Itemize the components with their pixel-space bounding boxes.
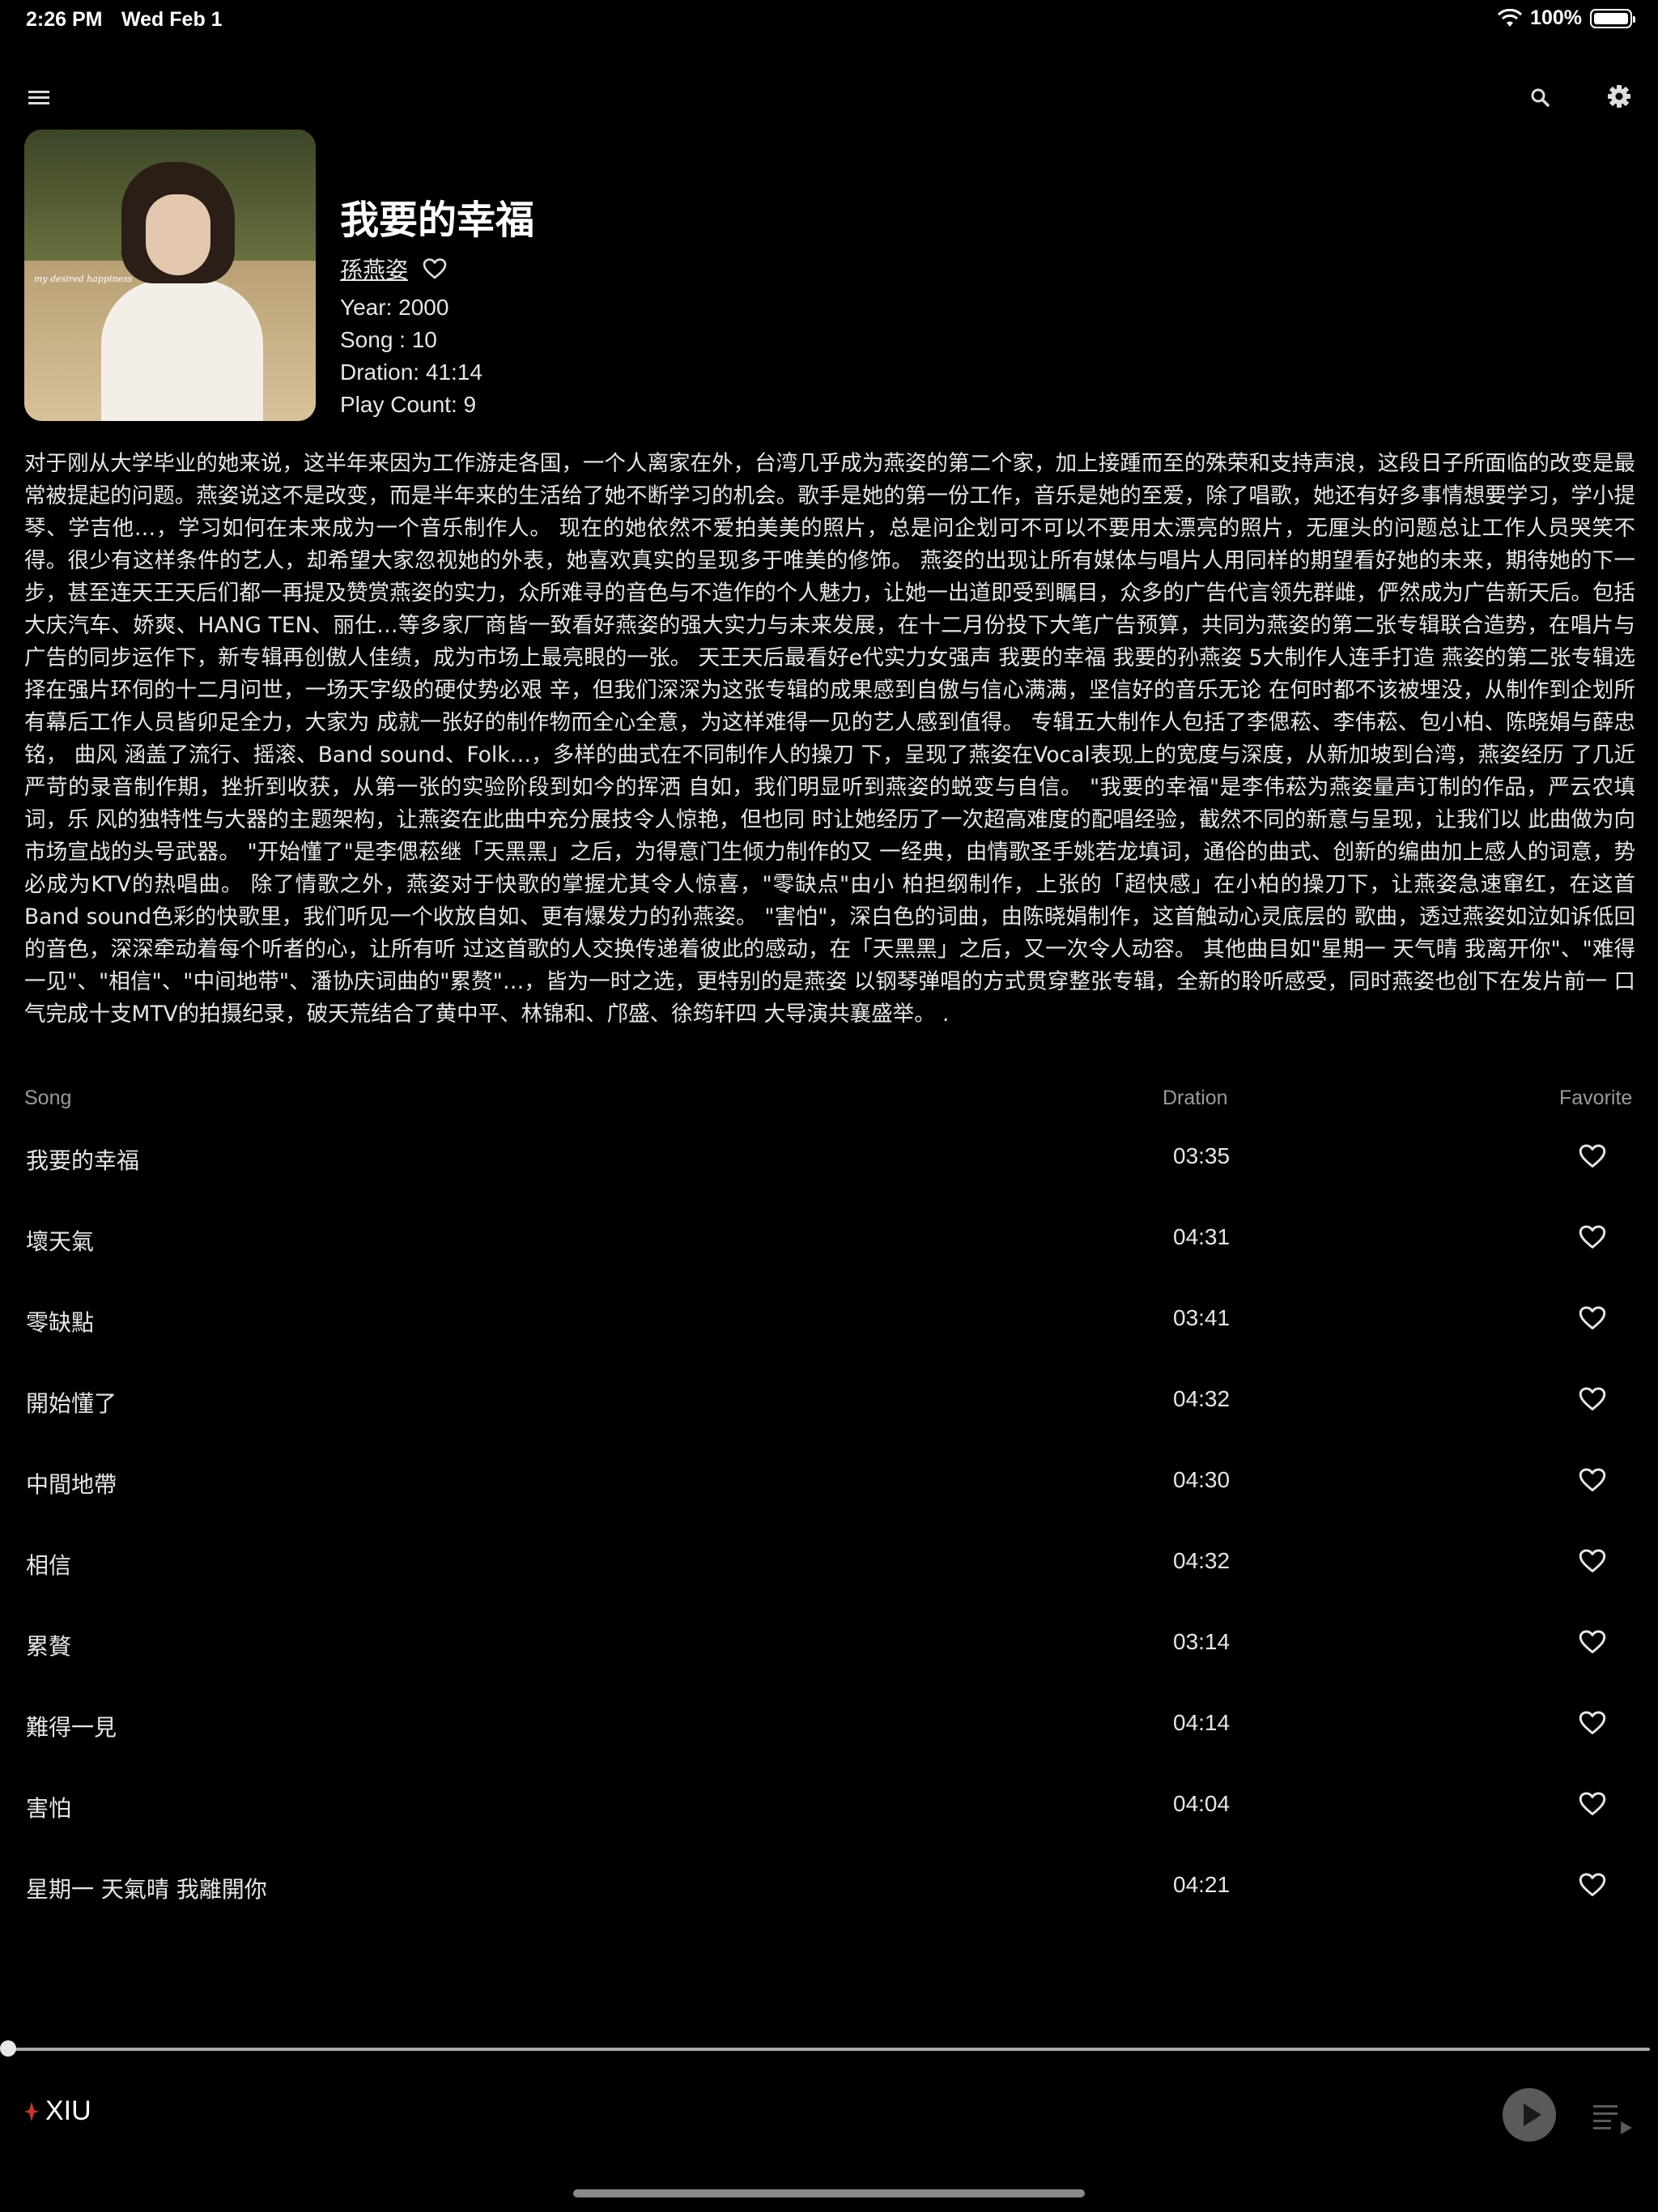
progress-thumb[interactable] — [0, 2040, 16, 2057]
song-row[interactable]: 我要的幸福 03:35 — [0, 1119, 1658, 1200]
song-title: 我要的幸福 — [26, 1147, 140, 1174]
song-duration: 04:32 — [1173, 1386, 1231, 1411]
wifi-icon — [1498, 8, 1523, 27]
song-duration: 04:14 — [1173, 1710, 1231, 1735]
favorite-heart-icon[interactable] — [1579, 1143, 1606, 1171]
song-duration: 04:21 — [1173, 1872, 1231, 1897]
song-title: 星期一 天氣晴 我離開你 — [26, 1876, 267, 1903]
favorite-heart-icon[interactable] — [1579, 1467, 1606, 1495]
queue-icon — [1593, 2105, 1632, 2134]
song-duration: 04:32 — [1173, 1548, 1231, 1573]
song-row[interactable]: 害怕 04:04 — [0, 1767, 1658, 1848]
favorite-heart-icon[interactable] — [1579, 1872, 1606, 1899]
album-cover: my desired happiness — [24, 130, 316, 421]
status-time: 2:26 PM — [26, 8, 103, 31]
battery-percentage: 100% — [1530, 6, 1582, 29]
search-icon[interactable] — [1527, 84, 1553, 110]
song-title: 壞天氣 — [26, 1228, 95, 1255]
play-icon — [1524, 2104, 1541, 2126]
status-indicators: 100% — [1498, 6, 1635, 30]
song-row[interactable]: 中間地帶 04:30 — [0, 1443, 1658, 1524]
song-title: 開始懂了 — [26, 1390, 117, 1417]
battery-icon — [1590, 8, 1635, 28]
song-row[interactable]: 相信 04:32 — [0, 1524, 1658, 1605]
play-button[interactable] — [1503, 2088, 1556, 2142]
album-description: 对于刚从大学毕业的她来说，这半年来因为工作游走各国，一个人离家在外，台湾几乎成为… — [24, 451, 1635, 1027]
album-title: 我要的幸福 — [340, 198, 535, 243]
song-title: 相信 — [26, 1552, 72, 1579]
song-title: 累贅 — [26, 1633, 72, 1660]
album-play-count: Play Count: 9 — [340, 392, 477, 417]
song-row[interactable]: 星期一 天氣晴 我離開你 04:21 — [0, 1848, 1658, 1929]
album-duration: Dration: 41:14 — [340, 359, 483, 385]
favorite-heart-icon[interactable] — [1579, 1710, 1606, 1738]
favorite-heart-icon[interactable] — [1579, 1305, 1606, 1333]
song-duration: 03:35 — [1173, 1143, 1231, 1168]
artist-row: 孫燕姿 — [340, 253, 447, 285]
album-year: Year: 2000 — [340, 295, 449, 320]
song-title: 難得一見 — [26, 1714, 117, 1741]
song-duration: 04:04 — [1173, 1791, 1231, 1816]
artist-link[interactable]: 孫燕姿 — [340, 253, 408, 285]
song-duration: 03:41 — [1173, 1305, 1231, 1330]
status-date: Wed Feb 1 — [121, 8, 223, 31]
status-bar: 2:26 PM Wed Feb 1 100% — [0, 0, 1658, 37]
song-title: 害怕 — [26, 1795, 72, 1822]
song-duration: 03:14 — [1173, 1629, 1231, 1654]
queue-button[interactable] — [1592, 2100, 1635, 2136]
brand-mark-icon — [24, 2101, 39, 2121]
gear-icon[interactable] — [1605, 83, 1633, 110]
cover-caption: my desired happiness — [34, 274, 133, 284]
song-duration: 04:31 — [1173, 1224, 1231, 1249]
song-row[interactable]: 難得一見 04:14 — [0, 1686, 1658, 1767]
song-duration: 04:30 — [1173, 1467, 1231, 1492]
home-indicator[interactable] — [573, 2189, 1085, 2197]
song-row[interactable]: 開始懂了 04:32 — [0, 1362, 1658, 1443]
song-row[interactable]: 零缺點 03:41 — [0, 1281, 1658, 1362]
song-row[interactable]: 壞天氣 04:31 — [0, 1200, 1658, 1281]
song-row[interactable]: 累贅 03:14 — [0, 1605, 1658, 1686]
favorite-heart-icon[interactable] — [1579, 1548, 1606, 1576]
album-song-count: Song : 10 — [340, 327, 437, 352]
column-header-favorite: Favorite — [1559, 1087, 1633, 1109]
progress-track[interactable] — [8, 2048, 1650, 2051]
favorite-heart-icon[interactable] — [1579, 1224, 1606, 1252]
favorite-heart-icon[interactable] — [1579, 1629, 1606, 1657]
heart-outline-icon[interactable] — [423, 257, 447, 280]
column-header-duration: Dration — [1163, 1087, 1228, 1109]
favorite-heart-icon[interactable] — [1579, 1386, 1606, 1414]
hamburger-menu-icon[interactable] — [26, 84, 52, 110]
column-header-song: Song — [24, 1087, 72, 1109]
favorite-heart-icon[interactable] — [1579, 1791, 1606, 1819]
brand-text: XIU — [45, 2095, 91, 2126]
song-title: 中間地帶 — [26, 1471, 117, 1498]
song-title: 零缺點 — [26, 1309, 95, 1336]
brand-logo: XIU — [23, 2095, 91, 2127]
